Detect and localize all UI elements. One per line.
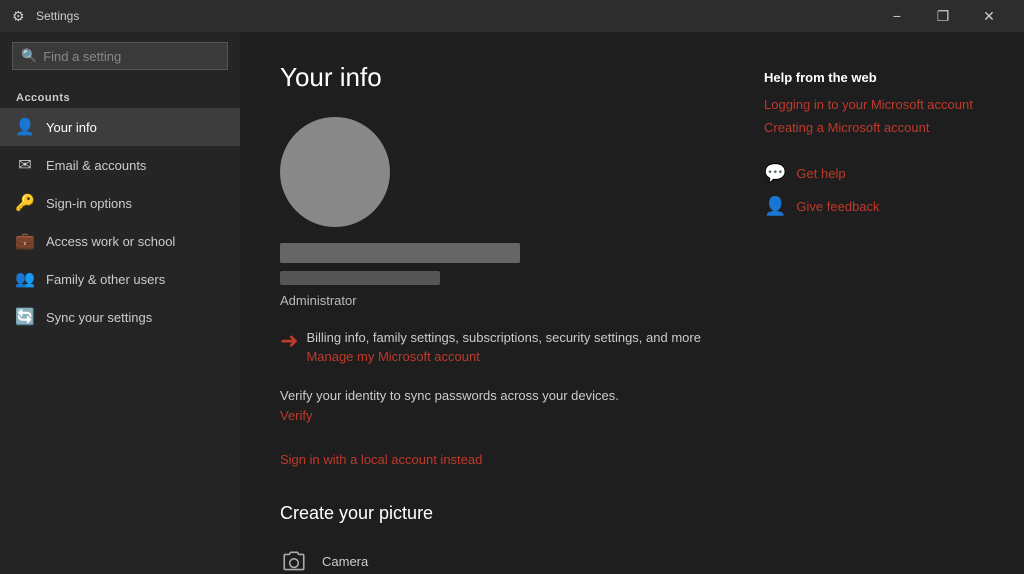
sidebar-item-access-work[interactable]: 💼 Access work or school <box>0 222 240 260</box>
create-picture-title: Create your picture <box>280 503 704 524</box>
username-bar <box>280 243 520 263</box>
titlebar-controls: − ❐ ✕ <box>874 0 1012 32</box>
close-button[interactable]: ✕ <box>966 0 1012 32</box>
verify-text: Verify your identity to sync passwords a… <box>280 388 704 403</box>
create-picture-section: Create your picture Camera <box>280 503 704 574</box>
search-icon: 🔍 <box>21 48 37 64</box>
sidebar-item-family[interactable]: 👥 Family & other users <box>0 260 240 298</box>
work-icon: 💼 <box>16 232 34 250</box>
verify-section: Verify your identity to sync passwords a… <box>280 388 704 423</box>
sign-in-section: Sign in with a local account instead <box>280 451 704 467</box>
family-icon: 👥 <box>16 270 34 288</box>
give-feedback-label[interactable]: Give feedback <box>796 199 879 214</box>
manage-account-link[interactable]: Manage my Microsoft account <box>306 349 479 364</box>
billing-info-row: ➜ Billing info, family settings, subscri… <box>280 328 704 364</box>
sidebar-item-label-sync: Sync your settings <box>46 310 152 325</box>
titlebar: ⚙ Settings − ❐ ✕ <box>0 0 1024 32</box>
admin-label: Administrator <box>280 293 704 308</box>
sidebar-item-label-email: Email & accounts <box>46 158 146 173</box>
sync-icon: 🔄 <box>16 308 34 326</box>
camera-icon <box>280 548 308 574</box>
username-sub <box>280 271 440 285</box>
profile-section: Administrator <box>280 117 704 308</box>
get-help-icon: 💬 <box>764 163 786 184</box>
content-area: Your info Administrator ➜ Billing info, … <box>240 32 1024 574</box>
help-title: Help from the web <box>764 70 984 85</box>
email-icon: ✉ <box>16 156 34 174</box>
search-input[interactable] <box>43 49 219 64</box>
get-help-label[interactable]: Get help <box>796 166 845 181</box>
sidebar-item-label-family: Family & other users <box>46 272 165 287</box>
page-title: Your info <box>280 62 704 93</box>
sidebar-item-label-your-info: Your info <box>46 120 97 135</box>
settings-icon: ⚙ <box>12 8 28 24</box>
camera-label: Camera <box>322 554 368 569</box>
sidebar-item-label-sign-in: Sign-in options <box>46 196 132 211</box>
support-section: 💬 Get help 👤 Give feedback <box>764 163 984 217</box>
help-section: Help from the web Logging in to your Mic… <box>764 70 984 135</box>
sign-in-local-link[interactable]: Sign in with a local account instead <box>280 452 482 467</box>
sidebar-item-sign-in[interactable]: 🔑 Sign-in options <box>0 184 240 222</box>
avatar <box>280 117 390 227</box>
restore-button[interactable]: ❐ <box>920 0 966 32</box>
minimize-button[interactable]: − <box>874 0 920 32</box>
get-help-item[interactable]: 💬 Get help <box>764 163 984 184</box>
sidebar: 🔍 Accounts 👤 Your info ✉ Email & account… <box>0 32 240 574</box>
sign-in-icon: 🔑 <box>16 194 34 212</box>
camera-option[interactable]: Camera <box>280 540 704 574</box>
avatar-container <box>280 117 390 227</box>
give-feedback-icon: 👤 <box>764 196 786 217</box>
sidebar-item-sync[interactable]: 🔄 Sync your settings <box>0 298 240 336</box>
content-main: Your info Administrator ➜ Billing info, … <box>280 62 704 544</box>
titlebar-title: Settings <box>36 9 874 23</box>
search-container[interactable]: 🔍 <box>12 42 228 70</box>
main-layout: 🔍 Accounts 👤 Your info ✉ Email & account… <box>0 32 1024 574</box>
sidebar-section-label: Accounts <box>0 80 240 108</box>
give-feedback-item[interactable]: 👤 Give feedback <box>764 196 984 217</box>
billing-info-content: Billing info, family settings, subscript… <box>306 328 701 364</box>
arrow-icon: ➜ <box>280 328 298 354</box>
sidebar-item-label-work: Access work or school <box>46 234 175 249</box>
content-sidebar: Help from the web Logging in to your Mic… <box>764 62 984 544</box>
billing-text: Billing info, family settings, subscript… <box>306 328 701 348</box>
sidebar-item-email-accounts[interactable]: ✉ Email & accounts <box>0 146 240 184</box>
sidebar-item-your-info[interactable]: 👤 Your info <box>0 108 240 146</box>
your-info-icon: 👤 <box>16 118 34 136</box>
help-link-login[interactable]: Logging in to your Microsoft account <box>764 97 984 112</box>
help-link-create[interactable]: Creating a Microsoft account <box>764 120 984 135</box>
verify-link[interactable]: Verify <box>280 408 313 423</box>
